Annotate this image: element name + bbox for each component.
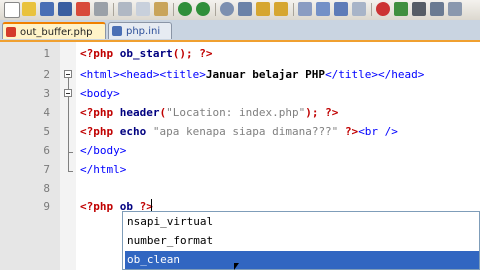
punctuation: ); xyxy=(305,106,319,119)
php-close-tag: ?> xyxy=(199,47,213,60)
code-line-7[interactable]: </html> xyxy=(80,163,126,176)
code-line-6[interactable]: </body> xyxy=(80,144,126,157)
toolbar-separator xyxy=(293,3,294,16)
fold-toggle-html[interactable] xyxy=(64,70,72,78)
redo-icon[interactable] xyxy=(196,2,210,16)
autocomplete-item[interactable]: number_format xyxy=(125,232,479,250)
replace-icon[interactable] xyxy=(238,2,252,16)
run-icon[interactable] xyxy=(430,2,444,16)
autocomplete-item[interactable]: nsapi_virtual xyxy=(125,213,479,231)
find-icon[interactable] xyxy=(220,2,234,16)
code-line-2[interactable]: <html><head><title>Januar belajar PHP</t… xyxy=(80,68,424,81)
print-icon[interactable] xyxy=(94,2,108,16)
php-close-tag: ?> xyxy=(325,106,339,119)
word-wrap-icon[interactable] xyxy=(316,2,330,16)
zoom-out-icon[interactable] xyxy=(274,2,288,16)
html-tag: <html><head><title> xyxy=(80,68,206,81)
punctuation: (); xyxy=(172,47,193,60)
autocomplete-item-selected[interactable]: ob_clean xyxy=(125,251,479,269)
open-folder-icon[interactable] xyxy=(22,2,36,16)
macro-record-icon[interactable] xyxy=(376,2,390,16)
autocomplete-list[interactable]: nsapi_virtual number_format ob_clean xyxy=(122,211,480,270)
tab-label: out_buffer.php xyxy=(20,27,93,38)
toolbar-separator xyxy=(371,3,372,16)
code-line-1[interactable]: <?php ob_start(); ?> xyxy=(80,47,212,60)
fold-end xyxy=(68,152,73,153)
tab-label: php.ini xyxy=(126,26,161,37)
zoom-in-icon[interactable] xyxy=(256,2,270,16)
line-number: 5 xyxy=(43,125,50,138)
toolbar-separator xyxy=(173,3,174,16)
html-tag: </html> xyxy=(80,163,127,176)
mouse-pointer-icon xyxy=(234,263,239,270)
tab-out-buffer[interactable]: out_buffer.php xyxy=(2,22,106,39)
save-macro-icon[interactable] xyxy=(448,2,462,16)
line-number: 3 xyxy=(43,87,50,100)
html-tag: <br /> xyxy=(358,125,398,138)
indent-guide-icon[interactable] xyxy=(352,2,366,16)
fold-toggle-body[interactable] xyxy=(64,89,72,97)
toolbar-separator xyxy=(215,3,216,16)
line-number: 2 xyxy=(43,68,50,81)
code-line-3[interactable]: <body> xyxy=(80,87,120,100)
paste-icon[interactable] xyxy=(154,2,168,16)
function-name: header xyxy=(119,106,160,119)
php-file-icon xyxy=(6,27,16,37)
function-name: echo xyxy=(119,125,147,138)
new-file-icon[interactable] xyxy=(4,2,20,18)
code-line-5[interactable]: <?php echo "apa kenapa siapa dimana???" … xyxy=(80,125,398,138)
php-open-tag: <?php xyxy=(80,125,114,138)
string-literal: "Location: index.php" xyxy=(166,106,306,119)
fold-end xyxy=(68,171,73,172)
line-number: 6 xyxy=(43,144,50,157)
line-number: 1 xyxy=(43,47,50,60)
php-open-tag: <?php xyxy=(80,106,114,119)
sync-scroll-icon[interactable] xyxy=(298,2,312,16)
tab-bar: out_buffer.php php.ini xyxy=(0,20,480,42)
copy-icon[interactable] xyxy=(136,2,150,16)
show-symbols-icon[interactable] xyxy=(334,2,348,16)
line-number: 8 xyxy=(43,182,50,195)
line-number: 9 xyxy=(43,200,50,213)
ini-file-icon xyxy=(112,26,122,36)
macro-play-icon[interactable] xyxy=(394,2,408,16)
tab-php-ini[interactable]: php.ini xyxy=(108,22,172,39)
save-all-icon[interactable] xyxy=(58,2,72,16)
line-number: 4 xyxy=(43,106,50,119)
toolbar xyxy=(0,0,480,21)
html-tag: </body> xyxy=(80,144,127,157)
close-file-icon[interactable] xyxy=(76,2,90,16)
php-open-tag: <?php xyxy=(80,200,114,213)
string-literal: "apa kenapa siapa dimana???" xyxy=(152,125,339,138)
code-line-4[interactable]: <?php header("Location: index.php"); ?> xyxy=(80,106,338,119)
cut-icon[interactable] xyxy=(118,2,132,16)
title-text: Januar belajar PHP xyxy=(205,68,326,81)
macro-stop-icon[interactable] xyxy=(412,2,426,16)
toolbar-separator xyxy=(113,3,114,16)
php-open-tag: <?php xyxy=(80,47,114,60)
html-tag: <body> xyxy=(80,87,120,100)
undo-icon[interactable] xyxy=(178,2,192,16)
function-name: ob_start xyxy=(119,47,173,60)
save-icon[interactable] xyxy=(40,2,54,16)
line-number: 7 xyxy=(43,163,50,176)
html-tag: </title></head> xyxy=(325,68,425,81)
php-close-tag: ?> xyxy=(344,125,359,138)
